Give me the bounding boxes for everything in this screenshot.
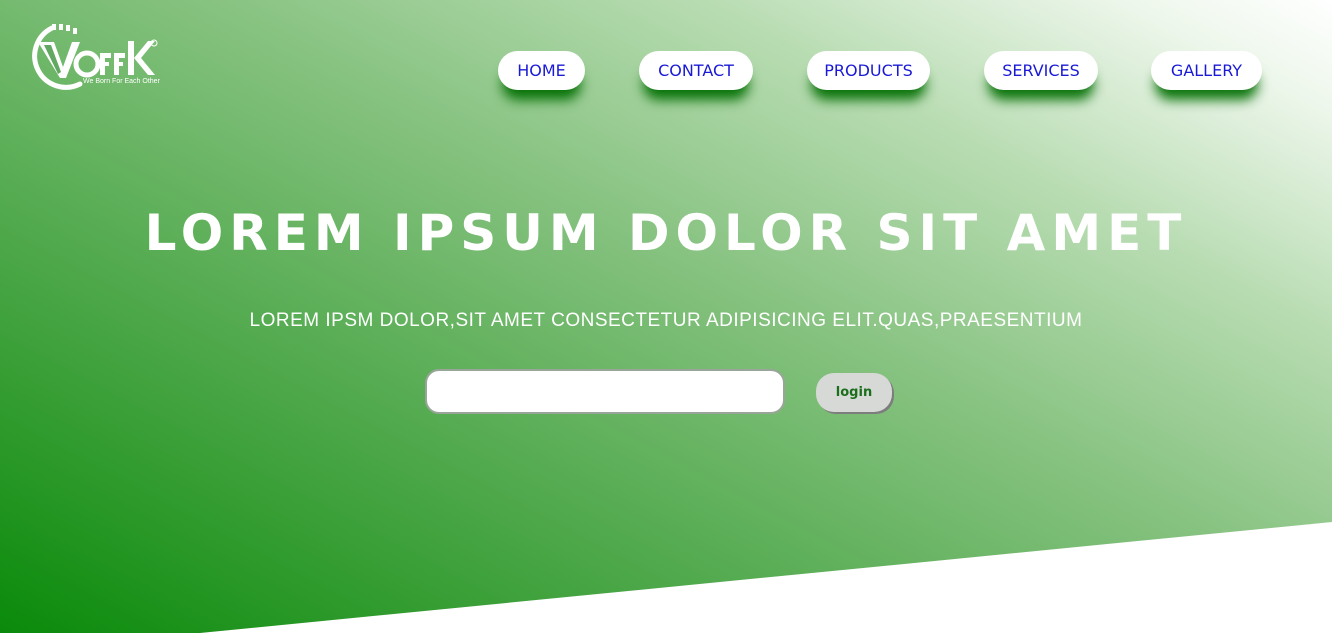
- nav-gallery-button[interactable]: GALLERY: [1151, 51, 1262, 90]
- nav-home-button[interactable]: HOME: [498, 51, 585, 90]
- hero-subline: LOREM IPSM DOLOR,SIT AMET CONSECTETUR AD…: [249, 310, 1083, 331]
- nav-contact-button[interactable]: CONTACT: [639, 51, 753, 90]
- nav-services-button[interactable]: SERVICES: [984, 51, 1098, 90]
- login-button[interactable]: login: [816, 373, 892, 412]
- hero-headline: LOREM IPSUM DOLOR SIT AMET: [144, 204, 1188, 262]
- nav-products-button[interactable]: PRODUCTS: [807, 51, 930, 90]
- logo-tagline: We Born For Each Other: [83, 78, 160, 85]
- login-input[interactable]: [425, 369, 785, 414]
